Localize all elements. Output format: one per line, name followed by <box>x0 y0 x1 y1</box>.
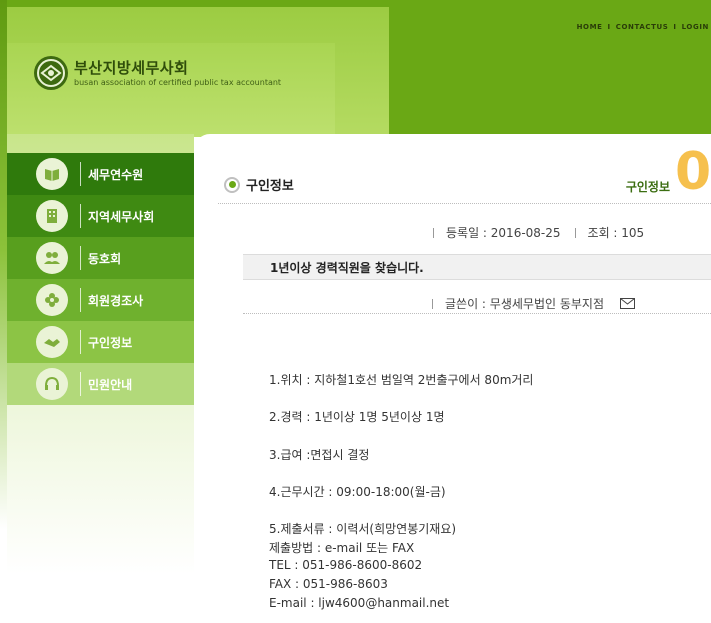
post-body-line: 1.위치 : 지하철1호선 범일역 2번출구에서 80m거리 <box>269 373 534 387</box>
meta-separator <box>432 298 433 309</box>
topnav-separator: I <box>607 23 611 31</box>
menu-divider <box>80 204 81 228</box>
headset-icon <box>36 368 68 400</box>
title-bullet-icon <box>224 176 240 193</box>
menu-divider <box>80 246 81 270</box>
logo-subtitle: busan association of certified public ta… <box>74 77 282 87</box>
post-body-line: 2.경력 : 1년이상 1명 5년이상 1명 <box>269 410 445 424</box>
post-body-line: 3.급여 :면접시 결정 <box>269 448 370 462</box>
sidebar-item-label: 민원안내 <box>88 377 133 392</box>
meta-separator <box>574 227 576 238</box>
post-body-line: 4.근무시간 : 09:00-18:00(월-금) <box>269 485 446 499</box>
post-body-line: E-mail : ljw4600@hanmail.net <box>269 596 450 610</box>
post-date: 등록일 : 2016-08-25 <box>446 226 561 240</box>
logo-emblem-icon <box>34 56 68 90</box>
meta-separator <box>433 227 434 238</box>
post-body-line: TEL : 051-986-8600-8602 <box>269 558 423 572</box>
writer-divider <box>243 313 711 314</box>
topnav-separator: I <box>673 23 677 31</box>
menu-divider <box>80 288 81 312</box>
post-subject-bar: 1년이상 경력직원을 찾습니다. <box>243 254 711 280</box>
page-heading: 구인정보 <box>224 175 294 194</box>
sidebar-item-label: 구인정보 <box>88 335 133 350</box>
section-label: 구인정보 <box>625 180 670 194</box>
sidebar-item-label: 동호회 <box>88 251 122 266</box>
post-body-line: 5.제출서류 : 이력서(희망연봉기재요) <box>269 522 457 536</box>
sidebar-item-label: 세무연수원 <box>88 167 144 182</box>
sidebar-item-regional[interactable]: 지역세무사회 <box>7 195 194 237</box>
handshake-icon <box>36 326 68 358</box>
people-icon <box>36 242 68 274</box>
sidebar-item-label: 지역세무사회 <box>88 209 155 224</box>
sidebar-item-club[interactable]: 동호회 <box>7 237 194 279</box>
post-body-line: FAX : 051-986-8603 <box>269 577 388 591</box>
menu-divider <box>80 372 81 396</box>
sidebar-item-civil[interactable]: 민원안내 <box>7 363 194 405</box>
topnav-home-link[interactable]: HOME <box>577 23 603 31</box>
top-navigation: HOME I CONTACTUS I LOGIN <box>577 23 709 31</box>
menu-divider <box>80 330 81 354</box>
page-title: 구인정보 <box>246 179 294 194</box>
sidebar-item-jobs[interactable]: 구인정보 <box>7 321 194 363</box>
flower-icon <box>36 284 68 316</box>
logo-title: 부산지방세무사회 <box>74 58 189 77</box>
menu-divider <box>80 162 81 186</box>
topnav-contactus-link[interactable]: CONTACTUS <box>616 23 669 31</box>
sidebar-menu: 세무연수원 지역세무사회 동호회 회원경조사 구인정보 민원안내 <box>7 153 194 405</box>
sidebar-item-label: 회원경조사 <box>88 293 144 308</box>
post-views: 조회 : 105 <box>587 226 645 240</box>
topnav-login-link[interactable]: LOGIN <box>682 23 709 31</box>
site-logo[interactable]: 부산지방세무사회 busan association of certified … <box>34 56 281 90</box>
section-number: 07 <box>675 142 711 202</box>
building-icon <box>36 200 68 232</box>
mail-icon[interactable] <box>620 298 636 309</box>
post-writer: 글쓴이 : 무생세무법인 동부지점 <box>445 297 605 311</box>
sidebar-item-education[interactable]: 세무연수원 <box>7 153 194 195</box>
post-body-line: 제출방법 : e-mail 또는 FAX <box>269 541 415 555</box>
sidebar-item-events[interactable]: 회원경조사 <box>7 279 194 321</box>
book-icon <box>36 158 68 190</box>
post-subject: 1년이상 경력직원을 찾습니다. <box>270 261 424 275</box>
post-writer-row: 글쓴이 : 무생세무법인 동부지점 <box>432 295 636 312</box>
title-divider <box>218 203 711 204</box>
post-meta: 등록일 : 2016-08-25 조회 : 105 <box>433 224 644 241</box>
left-stripe <box>0 0 7 623</box>
